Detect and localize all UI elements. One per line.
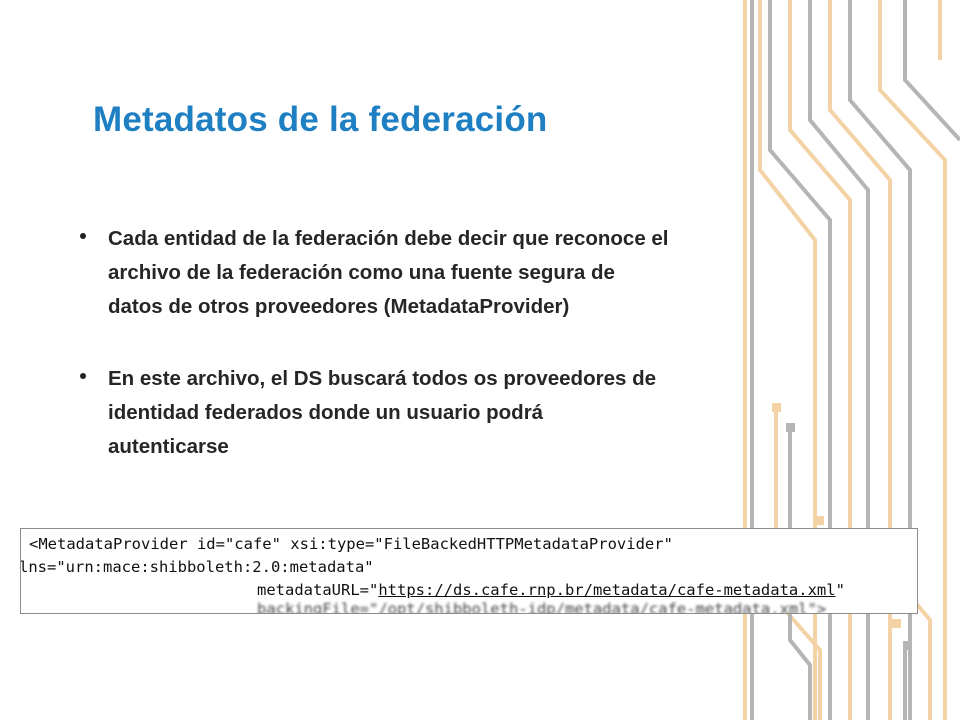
code-line: metadataURL="https://ds.cafe.rnp.br/meta…	[257, 580, 845, 600]
code-line: <MetadataProvider id="cafe" xsi:type="Fi…	[29, 535, 673, 553]
bullet-dot-icon	[80, 233, 86, 239]
bullet-item: Cada entidad de la federación debe decir…	[80, 222, 760, 324]
code-line-blurred: backingFile="/opt/shibboleth-idp/metadat…	[257, 600, 827, 614]
code-text: "	[835, 581, 845, 599]
code-snippet: <MetadataProvider id="cafe" xsi:type="Fi…	[20, 528, 918, 614]
code-text: metadataURL="	[257, 581, 379, 599]
metadata-url-link[interactable]: https://ds.cafe.rnp.br/metadata/cafe-met…	[378, 581, 835, 599]
bullet-item: En este archivo, el DS buscará todos os …	[80, 362, 760, 464]
code-line: lns="urn:mace:shibboleth:2.0:metadata"	[20, 558, 374, 576]
bullet-list: Cada entidad de la federación debe decir…	[80, 222, 760, 502]
bullet-dot-icon	[80, 373, 86, 379]
bullet-text: En este archivo, el DS buscará todos os …	[108, 367, 656, 458]
slide-title: Metadatos de la federación	[93, 100, 548, 139]
bullet-text: Cada entidad de la federación debe decir…	[108, 227, 669, 318]
